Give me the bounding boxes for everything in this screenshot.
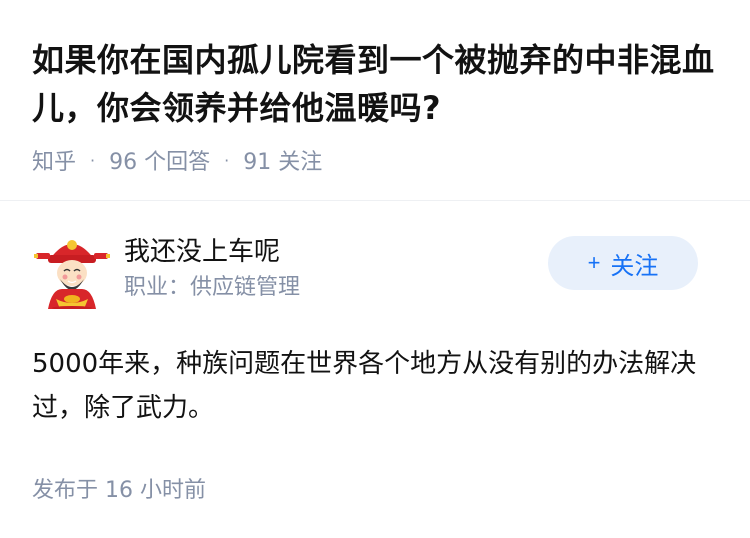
follow-button-label: 关注 — [610, 252, 659, 280]
author-info: 我还没上车呢 职业：供应链管理 — [124, 234, 548, 304]
caishen-avatar-icon[interactable] — [32, 229, 112, 309]
answer-card: 我还没上车呢 职业：供应链管理 + 关注 5000年来，种族问题在世界各个地方从… — [0, 229, 750, 504]
author-row: 我还没上车呢 职业：供应链管理 + 关注 — [32, 229, 718, 309]
question-header: 如果你在国内孤儿院看到一个被抛弃的中非混血儿，你会领养并给他温暖吗? 知乎 · … — [0, 0, 750, 175]
author-name[interactable]: 我还没上车呢 — [124, 234, 548, 270]
followers-count[interactable]: 91 关注 — [243, 144, 322, 176]
answers-count[interactable]: 96 个回答 — [109, 144, 210, 176]
meta-separator: · — [224, 150, 230, 170]
plus-icon: + — [587, 250, 601, 275]
meta-separator: · — [90, 150, 96, 170]
divider — [0, 200, 750, 201]
published-time: 发布于 16 小时前 — [32, 478, 206, 503]
page: 如果你在国内孤儿院看到一个被抛弃的中非混血儿，你会领养并给他温暖吗? 知乎 · … — [0, 0, 750, 538]
avatar-image — [32, 229, 112, 309]
question-title[interactable]: 如果你在国内孤儿院看到一个被抛弃的中非混血儿，你会领养并给他温暖吗? — [32, 36, 718, 132]
source-label[interactable]: 知乎 — [32, 144, 76, 176]
answer-content[interactable]: 5000年来，种族问题在世界各个地方从没有别的办法解决过，除了武力。 — [32, 342, 714, 430]
follow-button[interactable]: + 关注 — [548, 236, 698, 290]
author-bio: 职业：供应链管理 — [124, 275, 301, 300]
question-meta: 知乎 · 96 个回答 · 91 关注 — [32, 144, 718, 176]
